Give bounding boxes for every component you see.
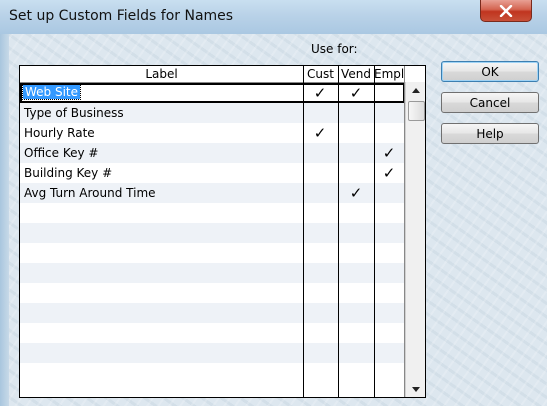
empl-checkbox-cell[interactable] xyxy=(379,124,399,142)
vend-checkbox-cell[interactable] xyxy=(346,244,366,262)
vend-checkbox-cell[interactable] xyxy=(346,224,366,242)
close-icon xyxy=(499,4,513,17)
column-header-cust: Cust xyxy=(307,67,334,81)
vend-checkbox-cell[interactable] xyxy=(346,124,366,142)
table-row[interactable] xyxy=(20,343,405,363)
scroll-down-button[interactable] xyxy=(406,381,425,397)
cust-checkbox-cell[interactable] xyxy=(310,184,330,202)
table-row[interactable] xyxy=(20,243,405,263)
table-row[interactable] xyxy=(20,263,405,283)
empl-checkbox-cell[interactable] xyxy=(379,324,399,342)
vend-checkbox-cell[interactable] xyxy=(346,344,366,362)
empl-checkbox-cell[interactable]: ✓ xyxy=(379,144,399,162)
grid-header: Label Cust Vend Empl xyxy=(20,66,425,83)
empl-checkbox-cell[interactable] xyxy=(379,224,399,242)
column-header-vend: Vend xyxy=(341,67,371,81)
column-header-empl: Empl xyxy=(374,67,405,81)
custom-fields-grid[interactable]: Label Cust Vend Empl Web Site ✓ ✓ Type of B… xyxy=(19,65,426,398)
empl-checkbox-cell[interactable]: ✓ xyxy=(379,164,399,182)
empl-checkbox-cell[interactable] xyxy=(379,84,399,102)
field-label-cell[interactable]: Hourly Rate xyxy=(24,126,95,140)
window-border xyxy=(0,34,9,406)
table-row[interactable] xyxy=(20,223,405,243)
checkmark-icon: ✓ xyxy=(382,164,396,182)
table-row[interactable]: Hourly Rate ✓ xyxy=(20,123,405,143)
scroll-thumb[interactable] xyxy=(408,101,425,121)
empl-checkbox-cell[interactable] xyxy=(379,344,399,362)
close-button[interactable] xyxy=(480,0,532,22)
vend-checkbox-cell[interactable] xyxy=(346,104,366,122)
vertical-scrollbar[interactable] xyxy=(405,82,425,397)
vend-checkbox-cell[interactable] xyxy=(346,304,366,322)
empl-checkbox-cell[interactable] xyxy=(379,244,399,262)
table-row[interactable]: Web Site ✓ ✓ xyxy=(20,83,405,103)
title-bar: Set up Custom Fields for Names xyxy=(0,0,547,34)
table-row[interactable] xyxy=(20,303,405,323)
vend-checkbox-cell[interactable]: ✓ xyxy=(346,84,366,102)
cust-checkbox-cell[interactable] xyxy=(310,284,330,302)
cust-checkbox-cell[interactable] xyxy=(310,344,330,362)
vend-checkbox-cell[interactable] xyxy=(346,264,366,282)
cust-checkbox-cell[interactable] xyxy=(310,224,330,242)
vend-checkbox-cell[interactable] xyxy=(346,324,366,342)
table-row[interactable] xyxy=(20,363,405,383)
empl-checkbox-cell[interactable] xyxy=(379,264,399,282)
use-for-label: Use for: xyxy=(311,42,358,56)
column-divider xyxy=(338,66,339,397)
empl-checkbox-cell[interactable] xyxy=(379,284,399,302)
empl-checkbox-cell[interactable] xyxy=(379,184,399,202)
cust-checkbox-cell[interactable] xyxy=(310,324,330,342)
table-row[interactable]: Type of Business xyxy=(20,103,405,123)
table-row[interactable] xyxy=(20,203,405,223)
scroll-up-button[interactable] xyxy=(406,82,425,98)
cust-checkbox-cell[interactable] xyxy=(310,364,330,382)
checkmark-icon: ✓ xyxy=(313,84,327,102)
cust-checkbox-cell[interactable] xyxy=(310,304,330,322)
field-label-cell[interactable]: Web Site xyxy=(21,84,82,100)
window-title: Set up Custom Fields for Names xyxy=(9,8,234,24)
table-row[interactable]: Building Key # ✓ xyxy=(20,163,405,183)
cust-checkbox-cell[interactable] xyxy=(310,244,330,262)
vend-checkbox-cell[interactable] xyxy=(346,204,366,222)
vend-checkbox-cell[interactable]: ✓ xyxy=(346,184,366,202)
column-header-label: Label xyxy=(145,67,178,81)
empl-checkbox-cell[interactable] xyxy=(379,104,399,122)
column-divider xyxy=(374,66,375,397)
checkmark-icon: ✓ xyxy=(382,144,396,162)
table-row[interactable] xyxy=(20,323,405,343)
vend-checkbox-cell[interactable] xyxy=(346,284,366,302)
vend-checkbox-cell[interactable] xyxy=(346,144,366,162)
empl-checkbox-cell[interactable] xyxy=(379,304,399,322)
field-label-cell[interactable]: Office Key # xyxy=(24,146,98,160)
cust-checkbox-cell[interactable] xyxy=(310,264,330,282)
checkmark-icon: ✓ xyxy=(349,84,363,102)
help-button[interactable]: Help xyxy=(441,123,539,144)
table-row[interactable]: Office Key # ✓ xyxy=(20,143,405,163)
cancel-button[interactable]: Cancel xyxy=(441,92,539,113)
arrow-down-icon xyxy=(412,386,420,392)
vend-checkbox-cell[interactable] xyxy=(346,364,366,382)
cust-checkbox-cell[interactable] xyxy=(310,204,330,222)
cust-checkbox-cell[interactable] xyxy=(310,144,330,162)
vend-checkbox-cell[interactable] xyxy=(346,164,366,182)
cust-checkbox-cell[interactable]: ✓ xyxy=(310,84,330,102)
empl-checkbox-cell[interactable] xyxy=(379,364,399,382)
checkmark-icon: ✓ xyxy=(313,124,327,142)
checkmark-icon: ✓ xyxy=(349,184,363,202)
cust-checkbox-cell[interactable] xyxy=(310,104,330,122)
table-row[interactable]: Avg Turn Around Time ✓ xyxy=(20,183,405,203)
column-divider xyxy=(303,66,304,397)
field-label-cell[interactable]: Building Key # xyxy=(24,166,112,180)
field-label-cell[interactable]: Avg Turn Around Time xyxy=(24,186,156,200)
cust-checkbox-cell[interactable] xyxy=(310,164,330,182)
field-label-cell[interactable]: Type of Business xyxy=(24,106,124,120)
cust-checkbox-cell[interactable]: ✓ xyxy=(310,124,330,142)
empl-checkbox-cell[interactable] xyxy=(379,204,399,222)
ok-button[interactable]: OK xyxy=(441,61,539,82)
arrow-up-icon xyxy=(412,87,420,93)
table-row[interactable] xyxy=(20,283,405,303)
